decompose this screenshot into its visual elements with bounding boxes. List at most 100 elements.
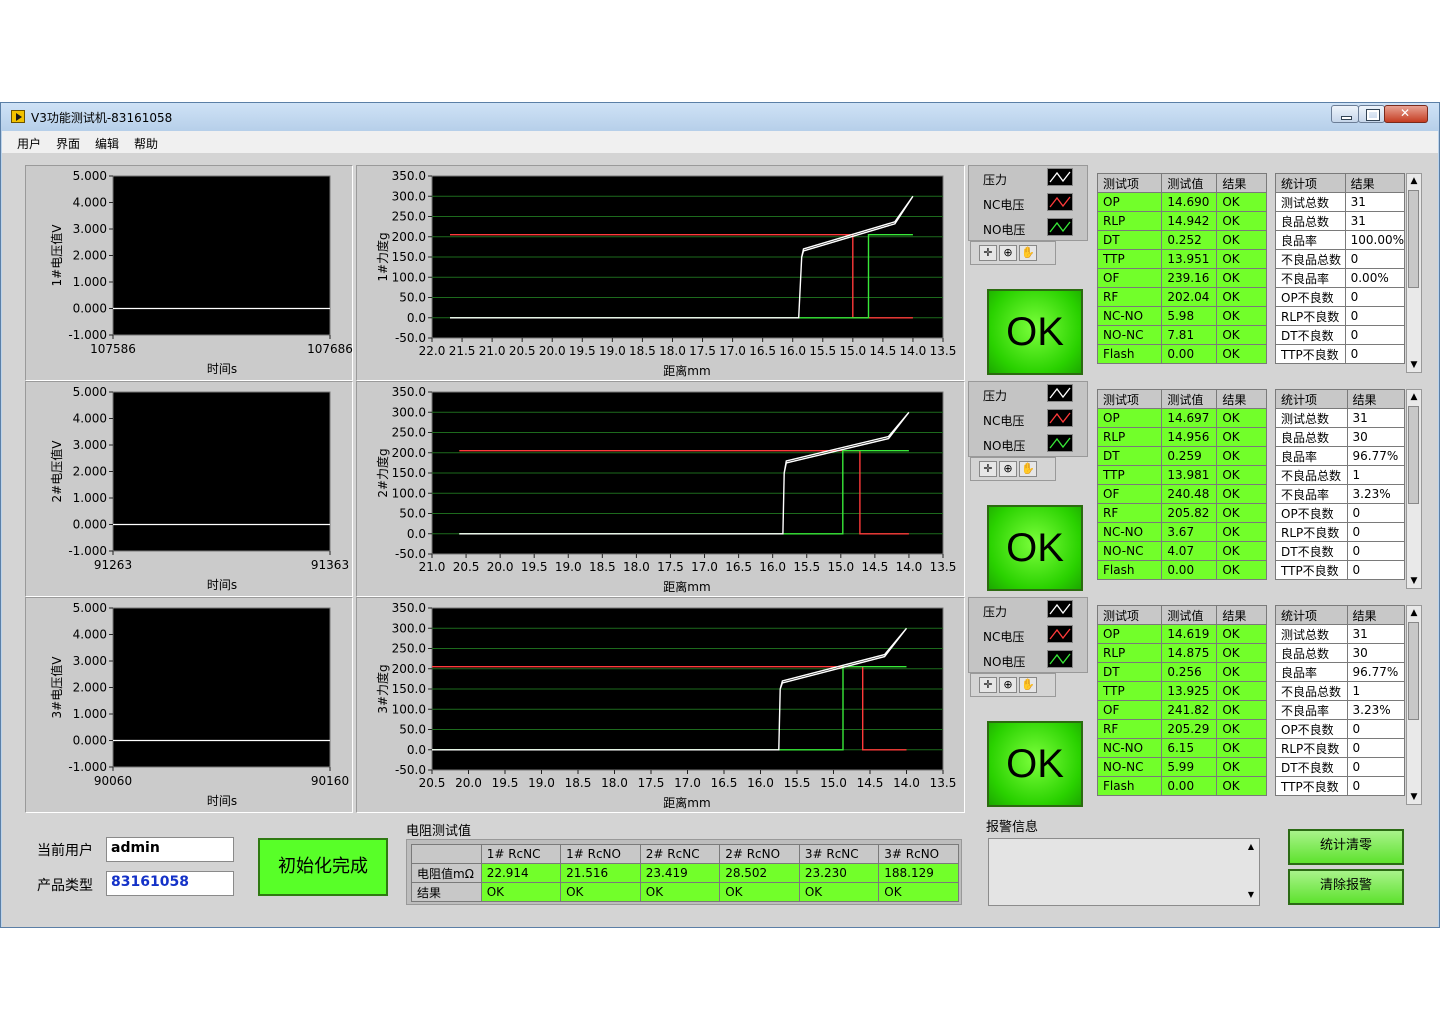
title-bar[interactable]: V3功能测试机-83161058 [1, 103, 1439, 131]
table-row: 测试总数 31 [1275, 624, 1405, 644]
table-row: TTP 13.981 OK [1096, 465, 1267, 485]
scroll-up-icon[interactable]: ▲ [1407, 606, 1421, 620]
legend-label-pressure: 压力 [983, 173, 1008, 187]
x-tick-label: 90060 [94, 774, 132, 788]
test-values-table: 测试项 测试值 结果 OP 14.697 OK RLP 14.956 OK DT 0.259 OK TT… [1096, 389, 1267, 580]
legend-swatch-nc-voltage[interactable] [1047, 409, 1073, 427]
init-complete-button[interactable]: 初始化完成 [258, 838, 388, 896]
statistics-scrollbar[interactable]: ▲ ▼ [1406, 173, 1422, 373]
legend-line-icon [1049, 603, 1071, 615]
test-values-table: 测试项 测试值 结果 OP 14.619 OK RLP 14.875 OK DT 0.256 OK TT… [1096, 605, 1267, 796]
cursor-move-icon[interactable]: ✛ [979, 461, 997, 477]
scroll-down-icon[interactable]: ▼ [1407, 790, 1421, 804]
table-row: RLP不良数 0 [1275, 306, 1406, 326]
current-user-field[interactable]: admin [106, 837, 234, 862]
table-row: NC-NO 3.67 OK [1096, 522, 1267, 542]
x-axis-label: 时间s [207, 578, 237, 592]
table-row: Flash 0.00 OK [1096, 344, 1267, 364]
table-row: DT不良数 0 [1275, 325, 1406, 345]
menu-view[interactable]: 界面 [56, 135, 80, 152]
menu-user[interactable]: 用户 [17, 135, 41, 152]
cursor-move-icon[interactable]: ✛ [979, 677, 997, 693]
minimize-button[interactable] [1331, 105, 1359, 123]
x-axis-label: 距离mm [663, 579, 710, 594]
table-cell: 0.00 [1161, 344, 1218, 364]
statistics-scrollbar[interactable]: ▲ ▼ [1406, 605, 1422, 805]
y-tick-label: 350.0 [392, 601, 426, 615]
legend-swatch-pressure[interactable] [1047, 600, 1073, 618]
scroll-thumb[interactable] [1408, 190, 1419, 288]
x-tick-label: 22.0 [419, 344, 446, 358]
table-cell: RLP [1096, 211, 1163, 231]
table-header-row: 测试项 测试值 结果 [1096, 389, 1267, 409]
scroll-up-icon[interactable]: ▲ [1407, 390, 1421, 404]
pan-hand-icon[interactable]: ✋ [1019, 245, 1037, 261]
zoom-icon[interactable]: ⊕ [999, 677, 1017, 693]
x-tick-label: 17.5 [657, 560, 684, 574]
legend-line-icon [1049, 196, 1071, 208]
x-tick-label: 14.0 [896, 560, 923, 574]
pan-hand-icon[interactable]: ✋ [1019, 461, 1037, 477]
table-cell: OK [1216, 624, 1267, 644]
table-cell: OK [1216, 344, 1267, 364]
legend-swatch-pressure[interactable] [1047, 384, 1073, 402]
legend-swatch-no-voltage[interactable] [1047, 650, 1073, 668]
legend-swatch-no-voltage[interactable] [1047, 218, 1073, 236]
menu-edit[interactable]: 编辑 [95, 135, 119, 152]
scroll-thumb[interactable] [1408, 406, 1419, 504]
table-cell: OP不良数 [1275, 287, 1346, 307]
table-cell: 28.502 [719, 863, 800, 883]
scroll-thumb[interactable] [1408, 622, 1419, 720]
voltage-chart-panel: 5.000 4.000 3.000 2.000 1.000 0.000 -1.000 9006… [25, 597, 353, 813]
chart-legend: 压力 NC电压 NO电压 [968, 165, 1088, 241]
legend-swatch-no-voltage[interactable] [1047, 434, 1073, 452]
legend-swatch-pressure[interactable] [1047, 168, 1073, 186]
x-tick-label: 20.0 [487, 560, 514, 574]
scroll-down-icon[interactable]: ▼ [1407, 574, 1421, 588]
table-row: 不良品总数 1 [1275, 465, 1405, 485]
table-row: 不良品率 3.23% [1275, 700, 1405, 720]
x-tick-label: 13.5 [930, 776, 957, 790]
table-cell: 14.690 [1161, 192, 1218, 212]
legend-line-mark [1049, 221, 1071, 233]
table-row: OP不良数 0 [1275, 287, 1406, 307]
x-tick-label: 107686 [307, 342, 353, 356]
y-tick-label: 0.000 [73, 518, 107, 532]
table-cell: 0.00% [1344, 268, 1406, 288]
zoom-icon[interactable]: ⊕ [999, 461, 1017, 477]
y-tick-label: 4.000 [73, 628, 107, 642]
scroll-up-icon[interactable]: ▲ [1245, 841, 1257, 853]
table-cell: OP不良数 [1275, 719, 1348, 739]
statistics-scrollbar[interactable]: ▲ ▼ [1406, 389, 1422, 589]
legend-swatch-nc-voltage[interactable] [1047, 625, 1073, 643]
table-cell: 5.99 [1161, 757, 1218, 777]
maximize-button[interactable] [1358, 105, 1385, 123]
legend-line-icon [1049, 171, 1071, 183]
legend-line-mark [1049, 628, 1071, 640]
menu-help[interactable]: 帮助 [134, 135, 158, 152]
cursor-move-icon[interactable]: ✛ [979, 245, 997, 261]
legend-swatch-nc-voltage[interactable] [1047, 193, 1073, 211]
product-type-field[interactable]: 83161058 [106, 871, 234, 896]
alarm-scrollbar[interactable]: ▲ ▼ [1245, 841, 1257, 903]
column-header: 测试值 [1161, 389, 1218, 409]
scroll-up-icon[interactable]: ▲ [1407, 174, 1421, 188]
stat-clear-button[interactable]: 统计清零 [1288, 829, 1404, 865]
y-tick-label: -1.000 [68, 760, 107, 774]
x-tick-label: 14.0 [900, 344, 927, 358]
y-tick-label: 3.000 [73, 654, 107, 668]
table-cell: OK [1216, 738, 1267, 758]
pan-hand-icon[interactable]: ✋ [1019, 677, 1037, 693]
clear-alarm-button[interactable]: 清除报警 [1288, 869, 1404, 905]
scroll-down-icon[interactable]: ▼ [1407, 358, 1421, 372]
alarm-textbox[interactable]: ▲ ▼ [988, 838, 1260, 906]
x-axis-label: 距离mm [663, 795, 710, 810]
zoom-icon[interactable]: ⊕ [999, 245, 1017, 261]
scroll-down-icon[interactable]: ▼ [1245, 889, 1257, 901]
y-tick-label: 200.0 [392, 662, 426, 676]
statistics-table: 统计项 结果 测试总数 31 良品总数 30 良品率 96.77% 不良品总数 1 不良品率 3.23… [1275, 389, 1405, 580]
force-chart: 350.0 300.0 250.0 200.0 150.0 100.0 50.0 0.0 -50… [375, 601, 957, 810]
x-tick-label: 15.5 [793, 560, 820, 574]
statistics-table: 统计项 结果 测试总数 31 良品总数 31 良品率 100.00% 不良品总数 0 不良品率 0.0… [1275, 173, 1406, 364]
close-button[interactable] [1384, 105, 1428, 123]
